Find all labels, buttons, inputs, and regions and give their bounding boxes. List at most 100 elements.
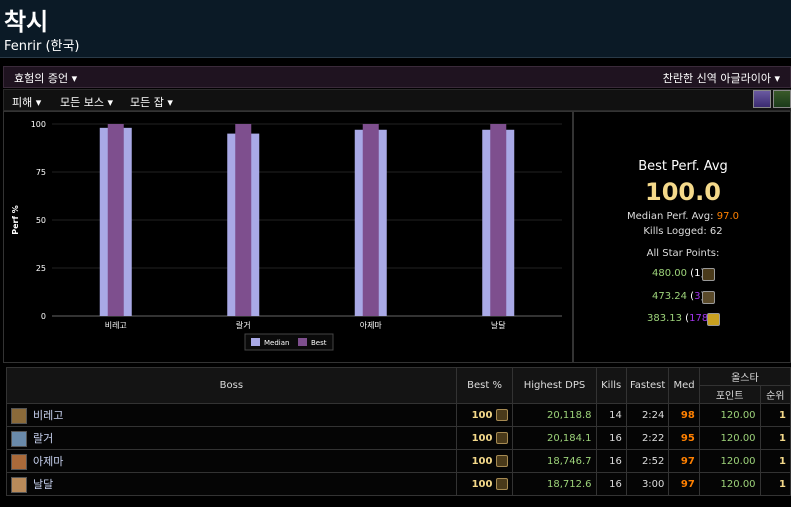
col-kills[interactable]: Kills xyxy=(595,367,627,404)
job-icon xyxy=(496,409,509,421)
zone-dropdown[interactable]: 찬란한 신역 아글라이아 ▾ xyxy=(663,70,780,86)
best-bar xyxy=(235,124,252,316)
y-tick-label: 75 xyxy=(36,168,46,177)
performance-chart: 0 25 50 75 100 Perf % 비레고 랄거 아제마 날달 Median Best xyxy=(3,111,573,363)
boss-cell[interactable]: 비레고 xyxy=(6,403,457,427)
med-cell: 98 xyxy=(668,403,700,427)
best-bar xyxy=(107,124,124,316)
x-tick-label: 랄거 xyxy=(236,321,251,330)
summary-panel: Best Perf. Avg 100.0 Median Perf. Avg: 9… xyxy=(573,111,791,363)
points-cell: 120.00 xyxy=(698,472,761,496)
boss-avatar-icon xyxy=(11,407,27,424)
job-icon xyxy=(496,478,509,490)
best-perf-label: Best Perf. Avg xyxy=(638,159,728,174)
star-point-2: 473.24 (3) xyxy=(652,291,704,302)
zone-filter-bar: 효험의 증언 ▾ 찬란한 신역 아글라이아 ▾ xyxy=(3,66,791,88)
job-icon xyxy=(496,432,509,444)
col-dps[interactable]: Highest DPS xyxy=(512,367,597,404)
table-row[interactable]: 날달 100 18,712.6 16 3:00 97 120.00 1 xyxy=(6,472,791,496)
col-rank[interactable]: 순위 xyxy=(759,385,791,404)
med-cell: 95 xyxy=(668,426,700,450)
kills-cell: 16 xyxy=(595,449,627,473)
best-cell: 100 xyxy=(455,403,514,427)
points-cell: 120.00 xyxy=(698,449,761,473)
kills-logged-value: 62 xyxy=(709,226,723,237)
kills-logged: Kills Logged: 62 xyxy=(643,226,723,237)
legend-label-median: Median xyxy=(264,339,289,347)
col-med[interactable]: Med xyxy=(668,367,700,404)
dps-cell: 20,184.1 xyxy=(512,426,597,450)
fastest-cell: 2:22 xyxy=(625,426,670,450)
chevron-down-icon: ▾ xyxy=(71,72,78,85)
col-boss[interactable]: Boss xyxy=(6,367,457,404)
y-axis-label: Perf % xyxy=(11,205,20,235)
legend-swatch-median xyxy=(251,338,260,346)
job-icon xyxy=(496,455,509,467)
job-icon xyxy=(702,268,715,281)
job-icon xyxy=(707,313,720,326)
perf-chart-svg: 0 25 50 75 100 Perf % 비레고 랄거 아제마 날달 Median Best xyxy=(11,120,562,351)
best-cell: 100 xyxy=(455,426,514,450)
job-dropdown[interactable]: 모든 잡 ▾ xyxy=(130,94,173,110)
y-tick-label: 25 xyxy=(36,264,46,273)
metric-dropdown[interactable]: 피해 ▾ xyxy=(12,94,41,110)
table-row[interactable]: 비레고 100 20,118.8 14 2:24 98 120.00 1 xyxy=(6,403,791,427)
job-icon xyxy=(702,291,715,304)
boss-avatar-icon xyxy=(11,430,27,447)
x-tick-label: 비레고 xyxy=(105,321,127,330)
boss-avatar-icon xyxy=(11,476,27,493)
dps-cell: 18,712.6 xyxy=(512,472,597,496)
x-tick-label: 아제마 xyxy=(360,320,383,330)
best-cell: 100 xyxy=(455,449,514,473)
rank-cell: 1 xyxy=(759,449,791,473)
fastest-cell: 2:24 xyxy=(625,403,670,427)
best-cell: 100 xyxy=(455,472,514,496)
kills-cell: 14 xyxy=(595,403,627,427)
boss-cell[interactable]: 아제마 xyxy=(6,449,457,473)
col-fastest[interactable]: Fastest xyxy=(625,367,670,404)
boss-table: Boss Best % Highest DPS Kills Fastest Me… xyxy=(6,367,791,496)
metric-filter-bar: 피해 ▾ 모든 보스 ▾ 모든 잡 ▾ xyxy=(3,89,791,111)
chevron-down-icon: ▾ xyxy=(774,72,780,85)
col-allstar: 올스타 xyxy=(698,367,791,386)
boss-cell[interactable]: 날달 xyxy=(6,472,457,496)
boss-cell[interactable]: 랄거 xyxy=(6,426,457,450)
kills-cell: 16 xyxy=(595,426,627,450)
legend-label-best: Best xyxy=(311,339,327,347)
rank-cell: 1 xyxy=(759,403,791,427)
median-perf: Median Perf. Avg: 97.0 xyxy=(627,211,739,222)
star-point-3: 383.13 (178) xyxy=(647,313,712,324)
table-row[interactable]: 랄거 100 20,184.1 16 2:22 95 120.00 1 xyxy=(6,426,791,450)
star-point-1: 480.00 (1) xyxy=(652,268,704,279)
kills-cell: 16 xyxy=(595,472,627,496)
points-cell: 120.00 xyxy=(698,403,761,427)
best-bar xyxy=(490,124,507,316)
legend-swatch-best xyxy=(298,338,307,346)
med-cell: 97 xyxy=(668,449,700,473)
fastest-cell: 2:52 xyxy=(625,449,670,473)
best-perf-value: 100.0 xyxy=(645,178,721,206)
y-tick-label: 0 xyxy=(41,312,46,321)
med-cell: 97 xyxy=(668,472,700,496)
table-row[interactable]: 아제마 100 18,746.7 16 2:52 97 120.00 1 xyxy=(6,449,791,473)
x-tick-label: 날달 xyxy=(491,320,506,330)
fastest-cell: 3:00 xyxy=(625,472,670,496)
rank-cell: 1 xyxy=(759,472,791,496)
sword-icon[interactable] xyxy=(773,90,791,108)
y-tick-label: 100 xyxy=(31,120,46,129)
points-cell: 120.00 xyxy=(698,426,761,450)
server-name: Fenrir (한국) xyxy=(4,39,80,54)
character-name: 착시 xyxy=(4,8,49,36)
dps-cell: 20,118.8 xyxy=(512,403,597,427)
col-points[interactable]: 포인트 xyxy=(698,385,761,404)
boss-dropdown[interactable]: 모든 보스 ▾ xyxy=(60,94,113,110)
all-star-label: All Star Points: xyxy=(646,248,720,259)
bar-chart-icon[interactable] xyxy=(753,90,771,108)
partition-dropdown[interactable]: 효험의 증언 ▾ xyxy=(14,70,77,86)
y-tick-label: 50 xyxy=(36,216,46,225)
dps-cell: 18,746.7 xyxy=(512,449,597,473)
boss-avatar-icon xyxy=(11,453,27,470)
rank-cell: 1 xyxy=(759,426,791,450)
col-best[interactable]: Best % xyxy=(455,367,514,404)
character-header: 착시 Fenrir (한국) xyxy=(0,0,791,58)
